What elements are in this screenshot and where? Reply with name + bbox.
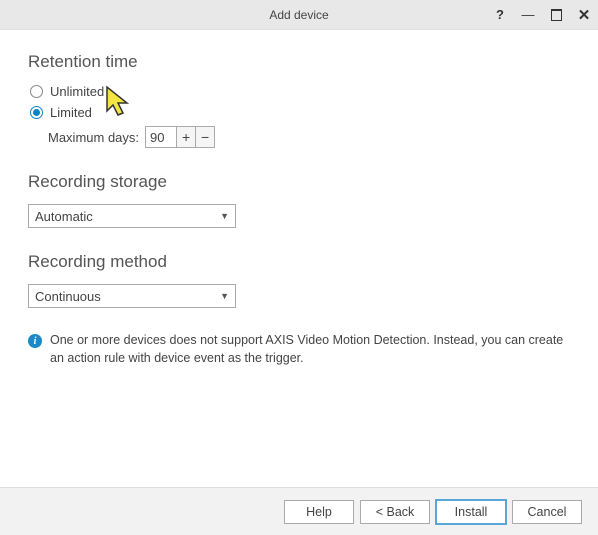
radio-limited[interactable]: [30, 106, 43, 119]
info-message: i One or more devices does not support A…: [28, 332, 570, 367]
retention-heading: Retention time: [28, 52, 570, 72]
maxdays-input[interactable]: [145, 126, 177, 148]
chevron-down-icon: ▼: [220, 211, 229, 221]
radio-limited-label: Limited: [50, 105, 92, 120]
minimize-button[interactable]: —: [514, 0, 542, 29]
maxdays-label: Maximum days:: [48, 130, 139, 145]
quantity-stepper: + −: [145, 126, 215, 148]
maxdays-row: Maximum days: + −: [48, 126, 570, 148]
radio-unlimited-label: Unlimited: [50, 84, 104, 99]
chevron-down-icon: ▼: [220, 291, 229, 301]
close-button[interactable]: ✕: [570, 0, 598, 29]
retention-unlimited-row[interactable]: Unlimited: [30, 84, 570, 99]
help-button[interactable]: Help: [284, 500, 354, 524]
help-icon[interactable]: ?: [486, 0, 514, 29]
storage-dropdown[interactable]: Automatic ▼: [28, 204, 236, 228]
maxdays-increment-button[interactable]: +: [176, 126, 196, 148]
footer: Help < Back Install Cancel: [0, 487, 598, 535]
window-title: Add device: [269, 8, 328, 22]
storage-heading: Recording storage: [28, 172, 570, 192]
install-button[interactable]: Install: [436, 500, 506, 524]
maxdays-decrement-button[interactable]: −: [195, 126, 215, 148]
titlebar: Add device ? — ✕: [0, 0, 598, 30]
info-icon: i: [28, 334, 42, 348]
radio-unlimited[interactable]: [30, 85, 43, 98]
retention-limited-row[interactable]: Limited: [30, 105, 570, 120]
method-selected: Continuous: [35, 289, 220, 304]
content-area: Retention time Unlimited Limited Maximum…: [0, 30, 598, 367]
method-heading: Recording method: [28, 252, 570, 272]
titlebar-controls: ? — ✕: [486, 0, 598, 29]
method-dropdown[interactable]: Continuous ▼: [28, 284, 236, 308]
maximize-button[interactable]: [542, 0, 570, 29]
info-text: One or more devices does not support AXI…: [50, 332, 570, 367]
cancel-button[interactable]: Cancel: [512, 500, 582, 524]
storage-selected: Automatic: [35, 209, 220, 224]
back-button[interactable]: < Back: [360, 500, 430, 524]
